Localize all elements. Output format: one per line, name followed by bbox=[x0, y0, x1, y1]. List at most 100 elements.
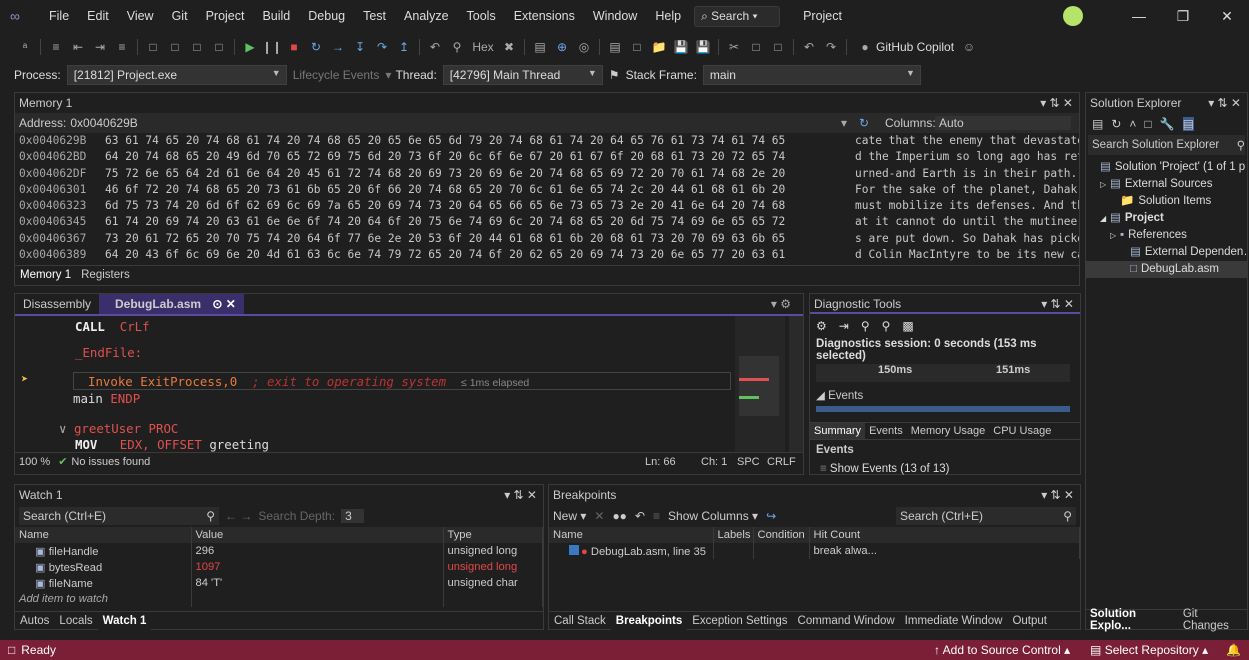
watch-value[interactable]: 1097 bbox=[191, 559, 444, 575]
menu-window[interactable]: Window bbox=[584, 0, 646, 32]
menu-file[interactable]: File bbox=[40, 0, 78, 32]
zoom-out-icon[interactable]: ⚲ bbox=[882, 319, 891, 333]
zoom-combo[interactable]: 100 % bbox=[19, 456, 50, 468]
tab-events[interactable]: Events bbox=[865, 423, 907, 439]
watch-row[interactable]: ▣ bytesRead 1097 unsigned long bbox=[15, 559, 543, 575]
refresh-icon[interactable]: ↻ bbox=[859, 116, 869, 130]
spellcheck-icon[interactable]: ᵃ bbox=[15, 37, 35, 57]
undo-icon[interactable]: ↶ bbox=[425, 37, 445, 57]
copilot-button[interactable]: GitHub Copilot bbox=[876, 40, 954, 54]
feedback-icon[interactable]: ☺ bbox=[959, 37, 979, 57]
tree-item[interactable]: □ DebugLab.asm bbox=[1086, 261, 1247, 278]
watch-value[interactable]: 296 bbox=[191, 543, 444, 559]
tab-disassembly[interactable]: Disassembly bbox=[15, 294, 99, 314]
memory-row[interactable]: 0x00406345 61 74 20 69 74 20 63 61 6e 6e … bbox=[19, 214, 1079, 230]
zoom-in-icon[interactable]: ⚲ bbox=[861, 319, 870, 333]
search-depth-combo[interactable]: 3 bbox=[341, 509, 364, 523]
threads-icon[interactable]: ▤ bbox=[530, 37, 550, 57]
delete-icon[interactable]: ✕ bbox=[594, 509, 604, 523]
menu-build[interactable]: Build bbox=[253, 0, 299, 32]
tab-output[interactable]: Output bbox=[1007, 612, 1052, 630]
save-all-icon[interactable]: 💾 bbox=[693, 37, 713, 57]
expander-icon[interactable]: ◢ bbox=[1100, 210, 1110, 227]
tab-solution-explorer[interactable]: Solution Explo... bbox=[1086, 608, 1179, 632]
column-header-labels[interactable]: Labels bbox=[713, 527, 754, 543]
code-minimap[interactable] bbox=[735, 316, 785, 452]
back-icon[interactable]: ← → bbox=[225, 509, 252, 523]
step-out-icon[interactable]: ↥ bbox=[394, 37, 414, 57]
memory-row[interactable]: 0x00406301 46 6f 72 20 74 68 65 20 73 61 … bbox=[19, 182, 1079, 198]
settings-icon[interactable]: ▾ ⚙ bbox=[763, 294, 799, 314]
step-into-icon[interactable]: ↧ bbox=[350, 37, 370, 57]
tab-cpu-usage[interactable]: CPU Usage bbox=[989, 423, 1055, 439]
expander-icon[interactable]: ▷ bbox=[1100, 176, 1110, 193]
issues-status[interactable]: No issues found bbox=[71, 456, 150, 468]
clear-icon[interactable]: ✖ bbox=[499, 37, 519, 57]
tab-immediate-window[interactable]: Immediate Window bbox=[900, 612, 1008, 630]
watch-value[interactable]: 84 'T' bbox=[191, 575, 444, 591]
hex-toggle-button[interactable]: Hex bbox=[469, 37, 497, 57]
indent-icon[interactable]: ⇤ bbox=[68, 37, 88, 57]
flag-icon[interactable]: ⚑ bbox=[609, 68, 620, 82]
copilot-icon[interactable]: ● bbox=[855, 37, 875, 57]
memory-row[interactable]: 0x0040629B 63 61 74 65 20 74 68 61 74 20 … bbox=[19, 133, 1079, 149]
avatar[interactable] bbox=[1063, 6, 1083, 26]
minimize-icon[interactable]: — bbox=[1117, 8, 1161, 24]
export-icon[interactable]: ⇥ bbox=[839, 319, 849, 333]
editor-scrollbar[interactable] bbox=[789, 316, 803, 452]
undo-edit-icon[interactable]: ↶ bbox=[799, 37, 819, 57]
pause-icon[interactable]: ❙❙ bbox=[262, 37, 282, 57]
breakpoint-row[interactable]: ● DebugLab.asm, line 35 break alwa... bbox=[549, 543, 1080, 559]
tab-autos[interactable]: Autos bbox=[15, 612, 54, 630]
paste-icon[interactable]: □ bbox=[768, 37, 788, 57]
watch-row[interactable]: ▣ fileHandle 296 unsigned long bbox=[15, 543, 543, 559]
tab-summary[interactable]: Summary bbox=[810, 423, 866, 439]
record-icon[interactable]: ◎ bbox=[574, 37, 594, 57]
memory-row[interactable]: 0x004062BD 64 20 74 68 65 20 49 6d 70 65 … bbox=[19, 149, 1079, 165]
tree-item[interactable]: ▤ Solution 'Project' (1 of 1 p bbox=[1086, 159, 1247, 176]
column-header-type[interactable]: Type bbox=[443, 527, 543, 543]
restart-icon[interactable]: ↻ bbox=[306, 37, 326, 57]
add-to-source-control-button[interactable]: ↑ Add to Source Control ▴ bbox=[934, 640, 1070, 660]
pane-controls-icon[interactable]: ▾ ⇅ ✕ bbox=[1040, 93, 1073, 113]
column-header-name[interactable]: Name bbox=[15, 527, 192, 543]
step-over-icon[interactable]: ↷ bbox=[372, 37, 392, 57]
menu-project[interactable]: Project bbox=[197, 0, 254, 32]
select-repository-button[interactable]: ▤ Select Repository ▴ bbox=[1090, 640, 1208, 660]
tree-item[interactable]: ▷ ▪ References bbox=[1086, 227, 1247, 244]
tab-debuglab-asm[interactable]: DebugLab.asm ⊙ ✕ bbox=[99, 294, 244, 314]
pane-controls-icon[interactable]: ▾ ⇅ ✕ bbox=[1041, 485, 1074, 505]
show-columns-button[interactable]: Show Columns ▾ bbox=[668, 509, 758, 523]
pane-controls-icon[interactable]: ▾ ⇅ ✕ bbox=[504, 485, 537, 505]
address-input[interactable]: 0x0040629B bbox=[70, 116, 137, 130]
chevron-down-icon[interactable]: ▾ bbox=[841, 116, 847, 130]
tab-exception-settings[interactable]: Exception Settings bbox=[687, 612, 792, 630]
watch-search[interactable]: Search (Ctrl+E) ⚲ bbox=[19, 507, 219, 525]
collapse-all-icon[interactable]: ˄ bbox=[1129, 117, 1136, 131]
code-area[interactable]: ➤ CALL CrLf _EndFile: Invoke ExitProcess… bbox=[15, 316, 803, 452]
process-combo[interactable]: [21812] Project.exe ▼ bbox=[66, 65, 287, 85]
pane-controls-icon[interactable]: ▾ ⇅ ✕ bbox=[1041, 294, 1074, 314]
tab-registers[interactable]: Registers bbox=[76, 266, 135, 284]
go-to-icon[interactable]: ↪ bbox=[766, 509, 776, 523]
align-icon[interactable]: ≡ bbox=[46, 37, 66, 57]
comment-icon[interactable]: ≡ bbox=[112, 37, 132, 57]
tree-item[interactable]: ▷ ▤ External Sources bbox=[1086, 176, 1247, 193]
menu-help[interactable]: Help bbox=[646, 0, 690, 32]
add-watch-row[interactable]: Add item to watch bbox=[15, 591, 543, 607]
column-header-value[interactable]: Value bbox=[191, 527, 444, 543]
history-icon[interactable]: ↻ bbox=[1111, 117, 1121, 131]
tab-memory-usage[interactable]: Memory Usage bbox=[907, 423, 990, 439]
bookmark-prev-icon[interactable]: □ bbox=[165, 37, 185, 57]
menu-test[interactable]: Test bbox=[354, 0, 395, 32]
show-events-link[interactable]: ≡ Show Events (13 of 13) bbox=[810, 460, 1080, 478]
chart-icon[interactable]: ▩ bbox=[902, 319, 913, 333]
continue-icon[interactable]: ▶ bbox=[240, 37, 260, 57]
menu-extensions[interactable]: Extensions bbox=[505, 0, 584, 32]
menu-tools[interactable]: Tools bbox=[458, 0, 505, 32]
show-next-statement-icon[interactable]: → bbox=[328, 37, 348, 57]
columns-icon[interactable]: ≡ bbox=[653, 509, 660, 523]
preview-icon[interactable]: ▤ bbox=[1182, 117, 1194, 131]
memory-row[interactable]: 0x004063AB70 74 61 69 6e 2e 20 4e 6f 77 … bbox=[19, 263, 1079, 265]
global-search-box[interactable]: ⌕ Search ▾ bbox=[694, 5, 781, 27]
